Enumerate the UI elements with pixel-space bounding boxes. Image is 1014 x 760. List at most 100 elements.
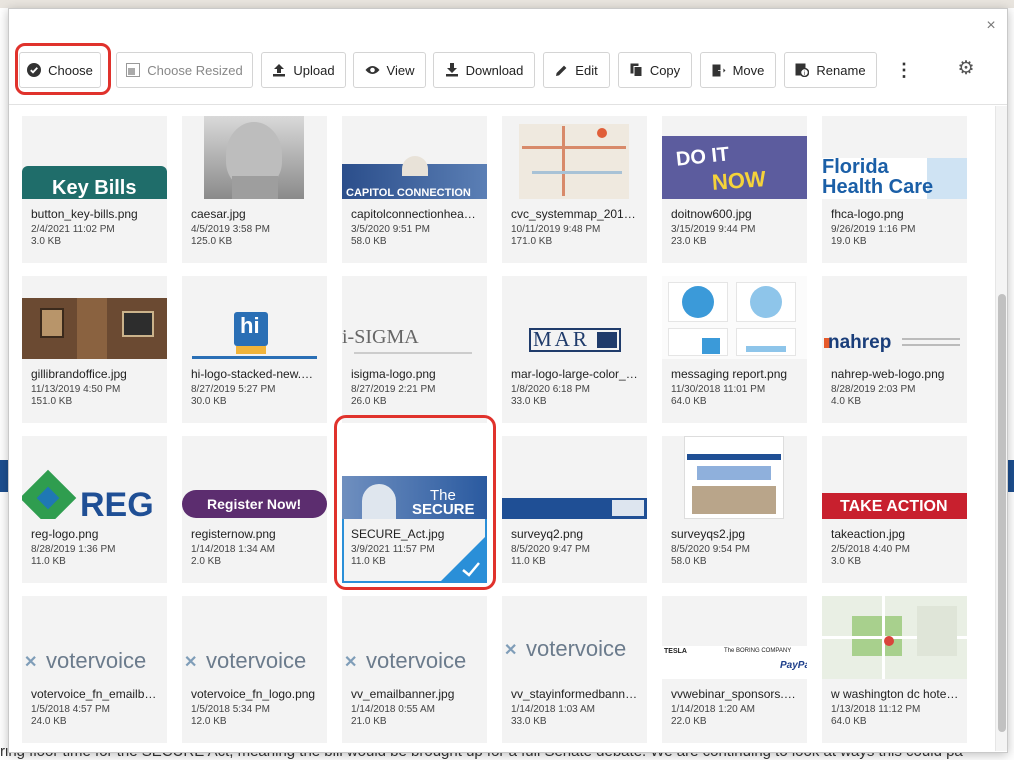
file-thumbnail: DO IT NOW — [662, 116, 807, 199]
file-card[interactable]: ✕ votervoice votervoice_fn_emailb… 1/5/2… — [22, 596, 167, 743]
file-card[interactable]: Florida Health Care fhca-logo.png 9/26/2… — [822, 116, 967, 263]
rename-icon: i — [795, 63, 810, 77]
file-meta: 1/14/2018 1:34 AM 2.0 KB — [191, 544, 275, 567]
file-card[interactable]: surveyq2.png 8/5/2020 9:47 PM 11.0 KB — [502, 436, 647, 583]
file-meta: 8/5/2020 9:54 PM 58.0 KB — [671, 544, 750, 567]
file-card[interactable]: DO IT NOW doitnow600.jpg 3/15/2019 9:44 … — [662, 116, 807, 263]
toolbar: Choose Choose Resized Upload View Downlo… — [9, 49, 1007, 105]
thumb-hi-text: hi — [240, 313, 260, 338]
file-browser-dialog: × Choose Choose Resized Upload View Down… — [8, 8, 1008, 753]
thumb-mar-text: MAR — [533, 327, 590, 351]
file-name: capitolconnectionhea… — [351, 207, 476, 221]
file-name: mar-logo-large-color_… — [511, 367, 638, 381]
file-thumbnail: ✕ votervoice — [502, 596, 647, 679]
file-card[interactable]: nahrep nahrep-web-logo.png 8/28/2019 2:0… — [822, 276, 967, 423]
file-meta: 3/9/2021 11:57 PM 11.0 KB — [351, 544, 435, 567]
thumb-take-action-text: TAKE ACTION — [840, 498, 948, 515]
vv-logo-mark: ✕ — [184, 654, 198, 671]
choose-resized-button[interactable]: Choose Resized — [116, 52, 253, 88]
file-name: registernow.png — [191, 527, 276, 541]
file-thumbnail — [662, 436, 807, 519]
file-card-selected[interactable]: The SECURE SECURE_Act.jpg 3/9/2021 11:57… — [342, 436, 487, 583]
file-meta: 9/26/2019 1:16 PM 19.0 KB — [831, 224, 916, 247]
file-name: gillibrandoffice.jpg — [31, 367, 127, 381]
file-card[interactable]: caesar.jpg 4/5/2019 3:58 PM 125.0 KB — [182, 116, 327, 263]
file-name: w washington dc hote… — [831, 687, 959, 701]
file-name: hi-logo-stacked-new.… — [191, 367, 314, 381]
thumb-paypal-text: PayPal — [780, 660, 807, 671]
svg-text:i: i — [804, 71, 805, 77]
file-meta: 2/4/2021 11:02 PM 3.0 KB — [31, 224, 115, 247]
edit-button[interactable]: Edit — [543, 52, 610, 88]
upload-button[interactable]: Upload — [261, 52, 346, 88]
file-meta: 8/28/2019 2:03 PM 4.0 KB — [831, 384, 916, 407]
grid-scrollbar[interactable] — [995, 106, 1007, 751]
vv-logo-mark: ✕ — [504, 642, 518, 659]
thumb-votervoice-text: votervoice — [366, 648, 467, 673]
file-name: surveyqs2.jpg — [671, 527, 746, 541]
close-icon[interactable]: × — [983, 18, 999, 34]
thumb-votervoice-text: votervoice — [526, 636, 627, 661]
file-name: votervoice_fn_logo.png — [191, 687, 316, 701]
file-card[interactable]: gillibrandoffice.jpg 11/13/2019 4:50 PM 1… — [22, 276, 167, 423]
file-name: cvc_systemmap_201… — [511, 207, 636, 221]
file-card[interactable]: TESLA The BORING COMPANY PayPal vvwebina… — [662, 596, 807, 743]
file-thumbnail: MAR — [502, 276, 647, 359]
file-thumbnail: TESLA The BORING COMPANY PayPal — [662, 596, 807, 679]
selected-check-icon — [441, 537, 485, 581]
file-card[interactable]: i-SIGMA isigma-logo.png 8/27/2019 2:21 P… — [342, 276, 487, 423]
move-label: Move — [732, 62, 765, 78]
file-name: isigma-logo.png — [351, 367, 436, 381]
vv-logo-mark: ✕ — [344, 654, 358, 671]
file-meta: 11/13/2019 4:50 PM 151.0 KB — [31, 384, 121, 407]
thumb-capitol-connection-text: CAPITOL CONNECTION — [346, 187, 471, 199]
file-name: fhca-logo.png — [831, 207, 904, 221]
gear-icon[interactable]: ⚙ — [956, 59, 976, 79]
move-button[interactable]: Move — [700, 52, 776, 88]
upload-label: Upload — [293, 62, 335, 78]
file-card[interactable]: Key Bills button_key-bills.png 2/4/2021 … — [22, 116, 167, 263]
choose-button[interactable]: Choose — [19, 52, 101, 88]
more-options-icon[interactable]: ⋮ — [895, 60, 913, 80]
choose-label: Choose — [48, 62, 93, 78]
file-meta: 10/11/2019 9:48 PM 171.0 KB — [511, 224, 601, 247]
file-card[interactable]: w washington dc hote… 1/13/2018 11:12 PM… — [822, 596, 967, 743]
file-card[interactable]: messaging report.png 11/30/2018 11:01 PM… — [662, 276, 807, 423]
image-resize-icon — [126, 63, 141, 77]
thumb-register-now-text: Register Now! — [207, 496, 302, 512]
file-card[interactable]: Register Now! registernow.png 1/14/2018 … — [182, 436, 327, 583]
thumb-boring-text: The BORING COMPANY — [724, 648, 792, 654]
file-card[interactable]: ✕ votervoice votervoice_fn_logo.png 1/5/… — [182, 596, 327, 743]
view-button[interactable]: View — [353, 52, 426, 88]
file-card[interactable]: CAPITOL CONNECTION capitolconnectionhea…… — [342, 116, 487, 263]
thumb-votervoice-text: votervoice — [206, 648, 307, 673]
file-meta: 4/5/2019 3:58 PM 125.0 KB — [191, 224, 270, 247]
file-name: vv_stayinformedbann… — [511, 687, 638, 701]
file-meta: 8/28/2019 1:36 PM 11.0 KB — [31, 544, 116, 567]
file-card[interactable]: REG reg-logo.png 8/28/2019 1:36 PM 11.0 K… — [22, 436, 167, 583]
file-thumbnail: REG — [22, 436, 167, 519]
file-thumbnail: nahrep — [822, 276, 967, 359]
file-card[interactable]: MAR mar-logo-large-color_… 1/8/2020 6:18… — [502, 276, 647, 423]
file-meta: 1/13/2018 11:12 PM 64.0 KB — [831, 704, 921, 727]
eye-icon — [365, 66, 380, 74]
file-card[interactable]: ✕ votervoice vv_stayinformedbann… 1/14/2… — [502, 596, 647, 743]
file-card[interactable]: hi hi-logo-stacked-new.… 8/27/2019 5:27 … — [182, 276, 327, 423]
scrollbar-thumb[interactable] — [998, 294, 1006, 732]
rename-label: Rename — [816, 62, 866, 78]
file-thumbnail: ✕ votervoice — [22, 596, 167, 679]
file-card[interactable]: TAKE ACTION takeaction.jpg 2/5/2018 4:40… — [822, 436, 967, 583]
copy-button[interactable]: Copy — [618, 52, 692, 88]
rename-button[interactable]: i Rename — [784, 52, 877, 88]
download-button[interactable]: Download — [433, 52, 535, 88]
file-card[interactable]: surveyqs2.jpg 8/5/2020 9:54 PM 58.0 KB — [662, 436, 807, 583]
file-thumbnail: Register Now! — [182, 436, 327, 519]
file-name: caesar.jpg — [191, 207, 246, 221]
file-name: messaging report.png — [671, 367, 788, 381]
file-thumbnail: ✕ votervoice — [182, 596, 327, 679]
file-thumbnail — [182, 116, 327, 199]
file-card[interactable]: ✕ votervoice vv_emailbanner.jpg 1/14/201… — [342, 596, 487, 743]
file-name: button_key-bills.png — [31, 207, 138, 221]
file-thumbnail: hi — [182, 276, 327, 359]
file-card[interactable]: cvc_systemmap_201… 10/11/2019 9:48 PM 171… — [502, 116, 647, 263]
